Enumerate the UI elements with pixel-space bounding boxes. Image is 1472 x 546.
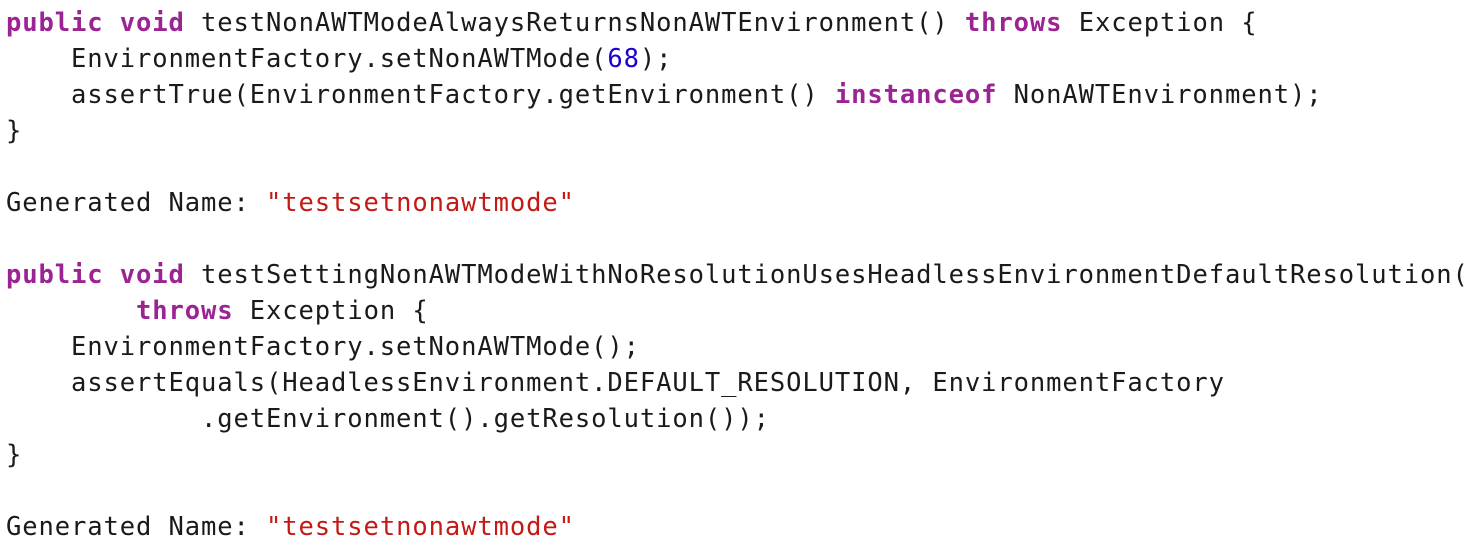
- code-token: EnvironmentFactory.setNonAWTMode(: [6, 44, 608, 74]
- code-line: }: [6, 113, 1472, 149]
- keyword-token: throws: [964, 8, 1063, 38]
- code-line: public void testSettingNonAWTModeWithNoR…: [6, 257, 1472, 293]
- code-listing: public void testNonAWTModeAlwaysReturnsN…: [6, 5, 1472, 545]
- keyword-token: instanceof: [834, 80, 998, 110]
- code-line: assertEquals(HeadlessEnvironment.DEFAULT…: [6, 365, 1472, 401]
- code-token: Exception {: [1062, 8, 1258, 38]
- code-line: }: [6, 437, 1472, 473]
- code-token: NonAWTEnvironment);: [997, 80, 1323, 110]
- code-line: .getEnvironment().getResolution());: [6, 401, 1472, 437]
- keyword-token: void: [119, 8, 185, 38]
- code-token: }: [6, 440, 23, 470]
- keyword-token: void: [119, 260, 185, 290]
- code-token: .getEnvironment().getResolution());: [6, 404, 770, 434]
- keyword-token: throws: [136, 296, 234, 326]
- code-line: public void testNonAWTModeAlwaysReturnsN…: [6, 5, 1472, 41]
- code-line: EnvironmentFactory.setNonAWTMode(68);: [6, 41, 1472, 77]
- code-line: Generated Name: "testsetnonawtmode": [6, 185, 1472, 221]
- code-token: testNonAWTModeAlwaysReturnsNonAWTEnviron…: [184, 8, 965, 38]
- code-token: );: [639, 44, 673, 74]
- code-token: testSettingNonAWTModeWithNoResolutionUse…: [184, 260, 1472, 290]
- string-token: "testsetnonawtmode": [266, 512, 575, 542]
- number-token: 68: [607, 44, 640, 74]
- code-token: assertEquals(HeadlessEnvironment.DEFAULT…: [6, 368, 1225, 398]
- code-token: }: [6, 116, 23, 146]
- keyword-token: public: [6, 8, 104, 38]
- string-token: "testsetnonawtmode": [266, 188, 575, 218]
- code-line: throws Exception {: [6, 293, 1472, 329]
- code-line: Generated Name: "testsetnonawtmode": [6, 509, 1472, 545]
- code-line: EnvironmentFactory.setNonAWTMode();: [6, 329, 1472, 365]
- code-line: assertTrue(EnvironmentFactory.getEnviron…: [6, 77, 1472, 113]
- code-token: assertTrue(EnvironmentFactory.getEnviron…: [6, 80, 835, 110]
- code-token: EnvironmentFactory.setNonAWTMode();: [6, 332, 640, 362]
- code-token: Exception {: [233, 296, 429, 326]
- code-token: Generated Name:: [6, 512, 267, 542]
- keyword-token: public: [6, 260, 104, 290]
- code-token: Generated Name:: [6, 188, 267, 218]
